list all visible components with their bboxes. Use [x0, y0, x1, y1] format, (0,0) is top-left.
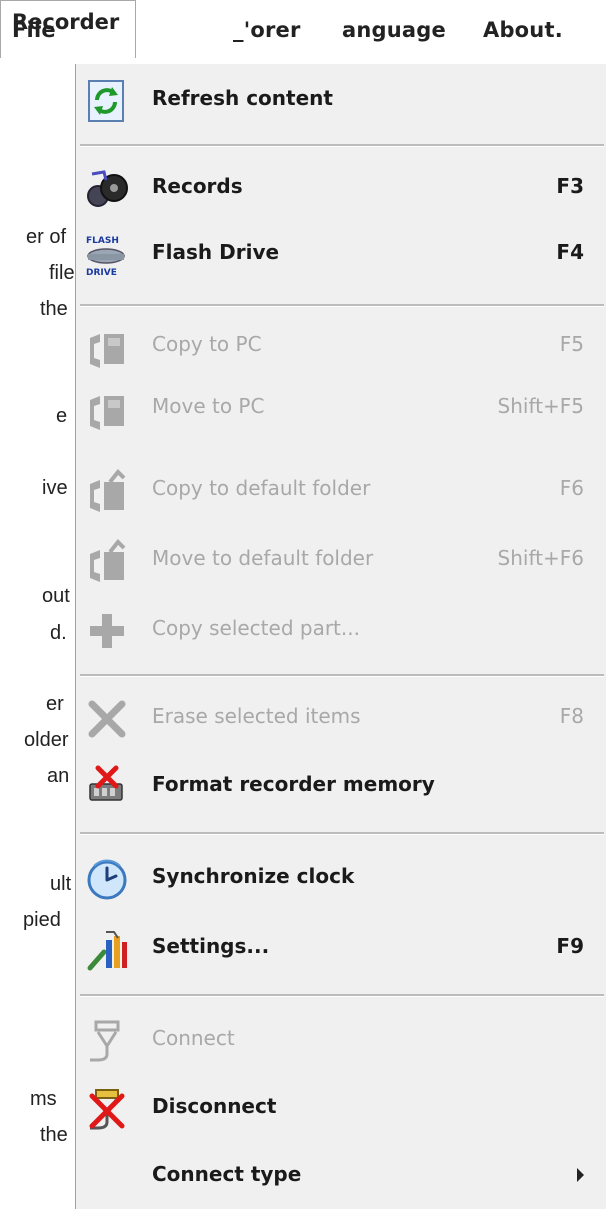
connect-icon [84, 1018, 130, 1064]
disconnect-icon [84, 1086, 130, 1132]
bg-text: ive [42, 477, 68, 499]
menu-item-label: Flash Drive [152, 240, 280, 264]
copy-to-pc-icon [84, 324, 130, 370]
bg-text: e [56, 405, 68, 427]
menu-item-shortcut: F4 [556, 240, 584, 264]
menu-item-format-recorder-memory[interactable]: Format recorder memory [76, 758, 606, 814]
menu-item-label: Synchronize clock [152, 864, 355, 888]
menu-item-label: Records [152, 174, 243, 198]
menu-item-copy-to-default-folder[interactable]: Copy to default folder F6 [76, 462, 606, 518]
menu-separator [80, 304, 604, 307]
menu-separator [80, 144, 604, 147]
menu-separator [80, 832, 604, 835]
menu-item-refresh-content[interactable]: Refresh content [76, 72, 606, 128]
bg-text: the [40, 298, 68, 320]
bg-text: ms [30, 1088, 57, 1110]
menu-item-label: Move to PC [152, 394, 265, 418]
menu-item-label: Copy to default folder [152, 476, 371, 500]
menu-item-records[interactable]: Records F3 [76, 160, 606, 216]
menu-item-label: Move to default folder [152, 546, 374, 570]
menu-language[interactable]: anguage [342, 18, 446, 42]
menu-item-shortcut: Shift+F6 [497, 546, 584, 570]
svg-text:DRIVE: DRIVE [86, 268, 117, 278]
bg-text: file [49, 262, 75, 284]
menu-item-label: Connect type [152, 1162, 302, 1186]
menu-item-move-to-default-folder[interactable]: Move to default folder Shift+F6 [76, 532, 606, 588]
submenu-arrow-icon [577, 1168, 584, 1182]
menu-item-move-to-pc[interactable]: Move to PC Shift+F5 [76, 380, 606, 436]
bg-text: the [40, 1124, 68, 1146]
menu-item-copy-to-pc[interactable]: Copy to PC F5 [76, 318, 606, 374]
menu-item-settings[interactable]: Settings... F9 [76, 920, 606, 976]
menu-separator [80, 674, 604, 677]
move-to-pc-icon [84, 386, 130, 432]
menu-item-label: Copy selected part... [152, 616, 360, 640]
flash-drive-icon: FLASH DRIVE [84, 232, 130, 278]
menu-item-shortcut: Shift+F5 [497, 394, 584, 418]
menu-recorder-label: Recorder [12, 10, 120, 34]
menu-about[interactable]: About. [483, 18, 563, 42]
bg-text: er of [26, 226, 67, 248]
menu-item-connect-type[interactable]: Connect type [76, 1148, 606, 1204]
menu-separator [80, 994, 604, 997]
format-memory-icon [84, 764, 130, 810]
menu-item-connect[interactable]: Connect [76, 1012, 606, 1068]
copy-part-icon [84, 608, 130, 654]
menu-item-synchronize-clock[interactable]: Synchronize clock [76, 850, 606, 906]
erase-icon [84, 696, 130, 742]
menu-item-erase-selected-items[interactable]: Erase selected items F8 [76, 690, 606, 746]
menu-item-disconnect[interactable]: Disconnect [76, 1080, 606, 1136]
bg-text: pied [23, 909, 61, 931]
menu-item-label: Refresh content [152, 86, 333, 110]
svg-text:FLASH: FLASH [86, 236, 119, 246]
settings-icon [84, 926, 130, 972]
menu-item-label: Copy to PC [152, 332, 262, 356]
menu-item-shortcut: F8 [559, 704, 584, 728]
menu-item-shortcut: F6 [559, 476, 584, 500]
menu-item-copy-selected-part[interactable]: Copy selected part... [76, 602, 606, 658]
bg-text: an [47, 765, 70, 787]
bg-text: er [46, 693, 64, 715]
clock-icon [84, 856, 130, 902]
menu-item-label: Format recorder memory [152, 772, 435, 796]
menu-item-label: Disconnect [152, 1094, 277, 1118]
bg-text: out [42, 585, 70, 607]
menu-bar: File Recorder _'orer anguage About. [0, 0, 606, 64]
menu-item-label: Connect [152, 1026, 235, 1050]
bg-text: ult [50, 873, 72, 895]
menu-item-label: Settings... [152, 934, 270, 958]
menu-item-shortcut: F5 [559, 332, 584, 356]
menu-item-flash-drive[interactable]: FLASH DRIVE Flash Drive F4 [76, 226, 606, 282]
menu-item-label: Erase selected items [152, 704, 361, 728]
menu-item-shortcut: F3 [556, 174, 584, 198]
copy-default-folder-icon [84, 468, 130, 514]
bg-text: d. [50, 622, 67, 644]
menu-item-shortcut: F9 [556, 934, 584, 958]
move-default-folder-icon [84, 538, 130, 584]
records-icon [84, 166, 130, 212]
menu-explorer[interactable]: _'orer [233, 18, 301, 42]
refresh-icon [84, 78, 130, 124]
recorder-dropdown-menu: Refresh content Records F3 FLASH DRIVE F… [75, 64, 606, 1209]
bg-text: older [24, 729, 69, 751]
menu-recorder[interactable]: Recorder [0, 0, 136, 58]
